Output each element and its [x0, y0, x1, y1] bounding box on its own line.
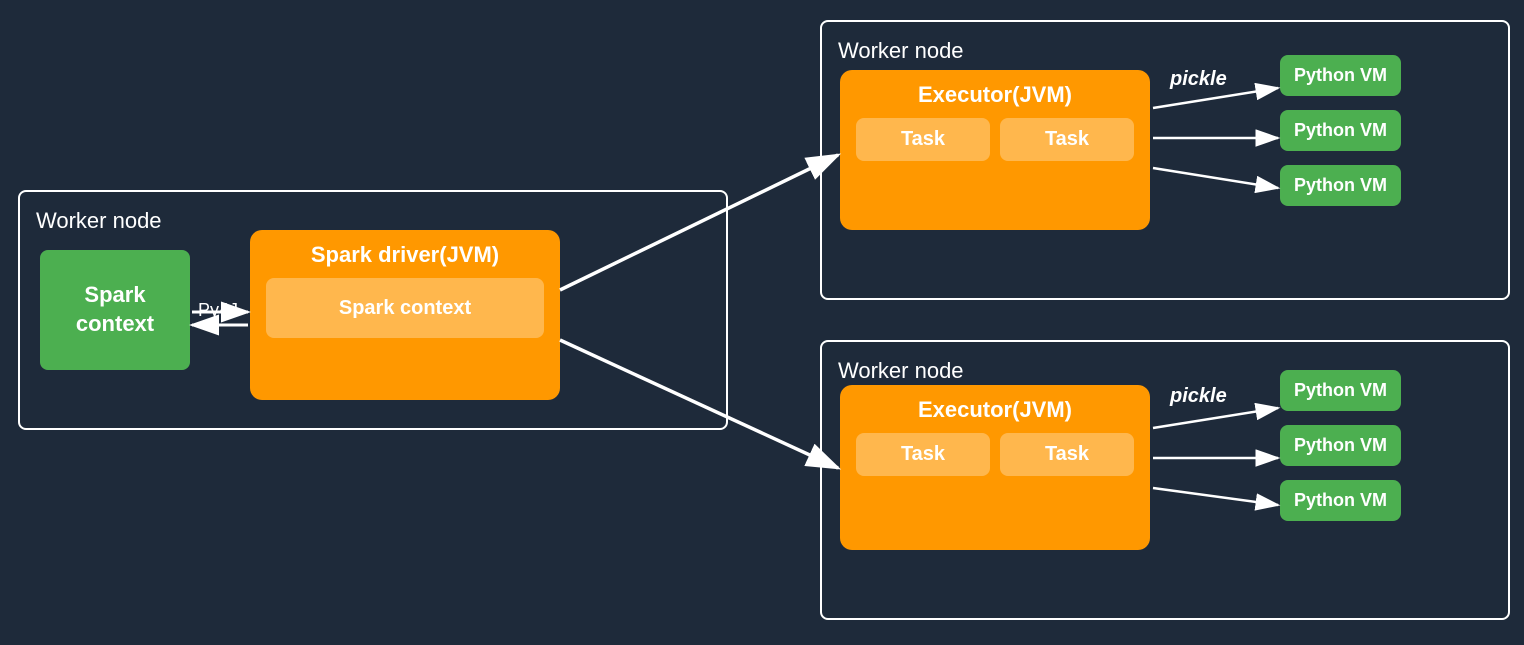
python-vms-bottom-group: Python VM Python VM Python VM [1280, 370, 1401, 521]
spark-context-label: Spark context [76, 281, 154, 338]
spark-context-green-box: Spark context [40, 250, 190, 370]
spark-driver-title: Spark driver(JVM) [311, 242, 499, 268]
py4j-label: Py4J [198, 300, 238, 321]
python-vm-bottom-2: Python VM [1280, 425, 1401, 466]
executor-bottom-box: Executor(JVM) Task Task [840, 385, 1150, 550]
spark-context-inner-label: Spark context [339, 297, 471, 320]
python-vm-bottom-1: Python VM [1280, 370, 1401, 411]
pickle-label-bottom: pickle [1170, 385, 1227, 408]
python-vm-top-1: Python VM [1280, 55, 1401, 96]
executor-top-title: Executor(JVM) [918, 82, 1072, 108]
task-row-bottom: Task Task [856, 433, 1134, 476]
diagram-container: Worker node Worker node Worker node Spar… [0, 0, 1524, 645]
spark-context-inner-box: Spark context [266, 278, 544, 338]
pickle-label-top: pickle [1170, 68, 1227, 91]
task-top-1: Task [856, 118, 990, 161]
python-vm-top-3: Python VM [1280, 165, 1401, 206]
task-bottom-1: Task [856, 433, 990, 476]
python-vms-top-group: Python VM Python VM Python VM [1280, 55, 1401, 206]
python-vm-bottom-3: Python VM [1280, 480, 1401, 521]
executor-top-box: Executor(JVM) Task Task [840, 70, 1150, 230]
task-bottom-2: Task [1000, 433, 1134, 476]
executor-bottom-title: Executor(JVM) [918, 397, 1072, 423]
spark-driver-box: Spark driver(JVM) Spark context [250, 230, 560, 400]
task-row-top: Task Task [856, 118, 1134, 161]
task-top-2: Task [1000, 118, 1134, 161]
python-vm-top-2: Python VM [1280, 110, 1401, 151]
